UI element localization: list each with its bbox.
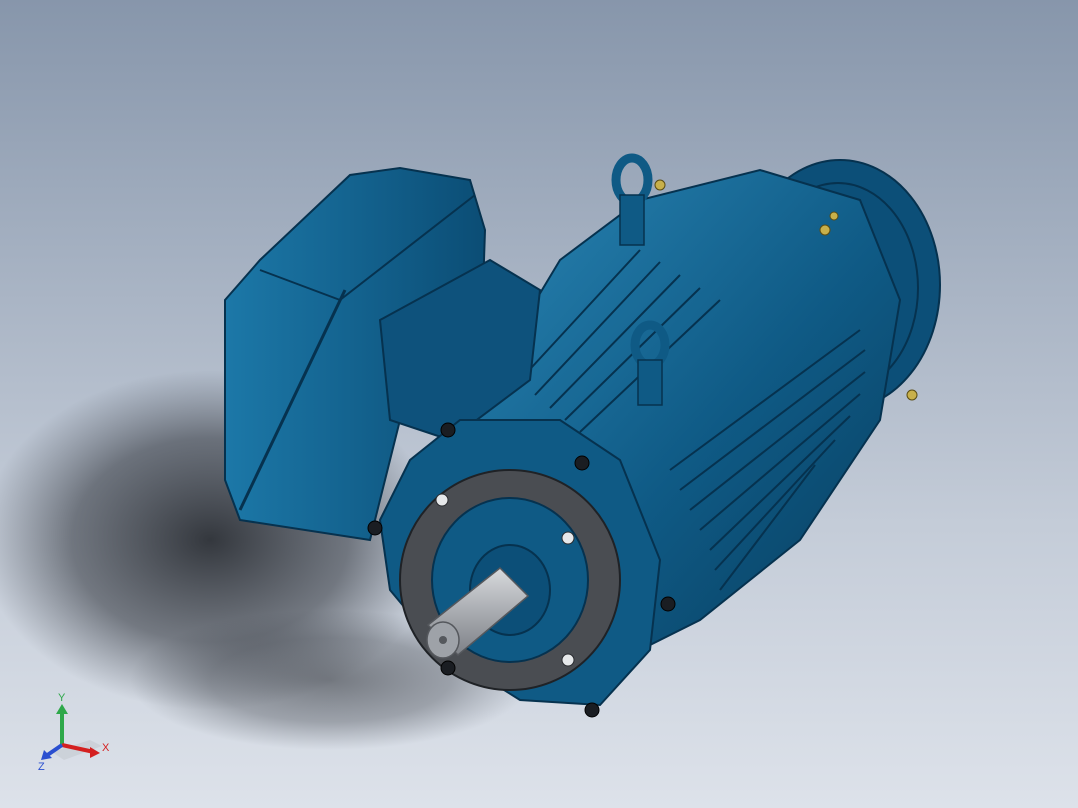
triad-y-arrow	[56, 704, 68, 714]
triad-x-label: X	[102, 742, 110, 754]
triad-y-label: Y	[58, 692, 66, 704]
triad-x-arrow	[90, 747, 100, 758]
triad-z-label: Z	[38, 761, 45, 770]
lifting-eye-top	[611, 153, 653, 246]
motor-model[interactable]	[0, 0, 1078, 808]
graphics-viewport[interactable]: Y X Z	[0, 0, 1078, 808]
view-triad[interactable]: Y X Z	[30, 690, 120, 770]
